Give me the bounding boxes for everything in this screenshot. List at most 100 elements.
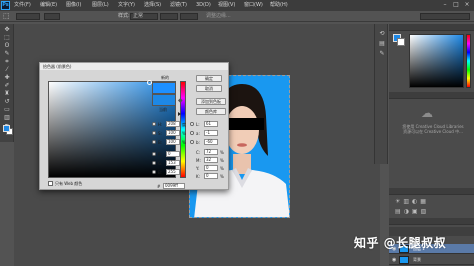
layer-name: 背景 <box>413 257 421 262</box>
input-a[interactable]: -1 <box>204 130 218 136</box>
crop-tool-icon[interactable]: ⌗ <box>2 58 12 65</box>
input-b[interactable]: 100 <box>166 139 180 145</box>
unit-c: % <box>220 150 224 155</box>
current-color-swatch[interactable] <box>152 94 176 106</box>
menu-help[interactable]: 帮助(H) <box>270 2 288 9</box>
close-icon[interactable]: × <box>462 1 472 9</box>
libraries-panel-tabs[interactable] <box>389 92 474 99</box>
current-color-label: 当前 <box>159 107 167 112</box>
radio-lab-b[interactable] <box>190 140 194 144</box>
add-to-swatches-button[interactable]: 添加到色板 <box>196 98 226 105</box>
ok-button[interactable]: 确定 <box>196 75 222 82</box>
radio-g[interactable] <box>152 161 156 165</box>
ps-logo: Ps <box>1 1 10 10</box>
visibility-eye-icon[interactable]: ◉ <box>392 257 396 263</box>
radio-rgb-b[interactable] <box>152 170 156 174</box>
menu-window[interactable]: 窗口(W) <box>244 2 263 9</box>
menu-image[interactable]: 图像(I) <box>66 2 81 9</box>
width-field[interactable] <box>160 13 178 20</box>
new-color-label: 新的 <box>161 75 169 80</box>
panel-color-field[interactable] <box>409 34 464 88</box>
options-bar: ⬚ 样式: 正常 调整边缘... <box>0 11 474 22</box>
label-l: L: <box>196 122 200 127</box>
hex-label: # <box>157 184 161 189</box>
foreground-color-swatch[interactable] <box>3 125 10 132</box>
menu-view[interactable]: 视图(V) <box>218 2 235 9</box>
panel-hue-strip[interactable] <box>466 34 471 88</box>
label-lab-b: b: <box>196 140 200 145</box>
eraser-tool-icon[interactable]: ▭ <box>2 106 12 113</box>
menu-3d[interactable]: 3D(D) <box>196 2 211 9</box>
input-l[interactable]: 61 <box>204 121 218 127</box>
adjustment-icons-row-1[interactable]: ☀▥◐▦ <box>395 198 429 205</box>
menu-filter[interactable]: 滤镜(T) <box>170 2 187 9</box>
cube-warning-icon[interactable]: ◆ <box>178 97 183 104</box>
history-brush-icon[interactable]: ↺ <box>2 98 12 105</box>
input-m[interactable]: 32 <box>204 157 218 163</box>
height-field[interactable] <box>180 13 198 20</box>
new-color-swatch <box>152 82 176 94</box>
properties-panel-icon[interactable]: ▤ <box>377 40 387 47</box>
lasso-tool-icon[interactable]: ʘ <box>2 42 12 49</box>
radio-r[interactable] <box>152 152 156 156</box>
input-lab-b[interactable]: -60 <box>204 139 218 145</box>
menu-edit[interactable]: 编辑(E) <box>40 2 57 9</box>
layer-row-2[interactable]: ◉ 背景 <box>389 255 474 265</box>
color-panel-tabs[interactable] <box>389 24 474 31</box>
gradient-tool-icon[interactable]: ▥ <box>2 114 12 121</box>
move-tool-icon[interactable]: ✥ <box>2 26 12 33</box>
unit-h: 度 <box>182 122 186 127</box>
hex-input[interactable]: 0099ff <box>163 183 185 189</box>
input-rgb-b[interactable]: 255 <box>166 169 180 175</box>
adjustments-panel-tabs[interactable] <box>389 188 474 195</box>
label-a: a: <box>196 131 200 136</box>
marquee-tool-icon[interactable]: ⬚ <box>3 13 10 20</box>
input-k[interactable]: 0 <box>204 173 218 179</box>
radio-a[interactable] <box>190 131 194 135</box>
menu-layer[interactable]: 图层(L) <box>92 2 109 9</box>
style-select[interactable]: 正常 <box>130 13 158 20</box>
quick-select-tool-icon[interactable]: ✎ <box>2 50 12 57</box>
clone-stamp-icon[interactable]: ♜ <box>2 90 12 97</box>
radio-b[interactable] <box>152 140 156 144</box>
maximize-icon[interactable]: □ <box>451 1 461 9</box>
input-y[interactable]: 0 <box>204 165 218 171</box>
marquee-tool-icon[interactable]: ⬚ <box>2 34 12 41</box>
layers-panel-tabs[interactable] <box>389 218 474 225</box>
refine-edge-button[interactable]: 调整边缘... <box>206 13 231 20</box>
healing-brush-icon[interactable]: ✚ <box>2 74 12 81</box>
hue-slider[interactable] <box>178 81 186 178</box>
color-picker-dialog: 拾色器 (前景色) 新的 当前 ◆ 确定 取消 添加到色板 颜色库 H: 208… <box>39 62 229 190</box>
workspace-select[interactable] <box>420 13 470 20</box>
input-g[interactable]: 153 <box>166 160 180 166</box>
cancel-button[interactable]: 取消 <box>196 85 222 92</box>
minimize-icon[interactable]: – <box>440 1 450 9</box>
menu-select[interactable]: 选择(S) <box>144 2 161 9</box>
label-y: Y: <box>196 166 200 171</box>
brush-tool-icon[interactable]: ✐ <box>2 82 12 89</box>
radio-s[interactable] <box>152 131 156 135</box>
color-libraries-button[interactable]: 颜色库 <box>196 108 226 115</box>
web-colors-checkbox[interactable] <box>48 181 53 186</box>
panel-bg-swatch[interactable] <box>397 38 405 46</box>
eyedropper-tool-icon[interactable]: ⁄ <box>2 66 12 73</box>
input-r[interactable]: 0 <box>166 151 180 157</box>
adjustment-icons-row-2[interactable]: ▤◑▣▧ <box>395 208 429 215</box>
history-panel-icon[interactable]: ⟲ <box>377 30 387 37</box>
label-rgb-b: B: <box>158 170 163 175</box>
brush-panel-icon[interactable]: ✎ <box>377 50 387 57</box>
feather-field[interactable] <box>44 13 60 20</box>
label-s: S: <box>158 131 162 136</box>
menu-type[interactable]: 文字(Y) <box>118 2 135 9</box>
photoshop-window: Ps 文件(F) 编辑(E) 图像(I) 图层(L) 文字(Y) 选择(S) 滤… <box>0 0 474 266</box>
radio-l[interactable] <box>190 122 194 126</box>
input-s[interactable]: 100 <box>166 130 180 136</box>
selection-mode-field[interactable] <box>16 13 40 20</box>
input-c[interactable]: 72 <box>204 149 218 155</box>
radio-h[interactable] <box>152 122 156 126</box>
zhihu-watermark: 知乎 @长腿叔叔 <box>354 236 447 250</box>
menu-file[interactable]: 文件(F) <box>14 2 31 9</box>
input-h[interactable]: 208 <box>166 121 180 127</box>
hue-slider-handle-left[interactable] <box>178 112 181 116</box>
cc-message: 您使用 Creative Cloud Libraries 资源可以在 Creat… <box>395 124 471 134</box>
